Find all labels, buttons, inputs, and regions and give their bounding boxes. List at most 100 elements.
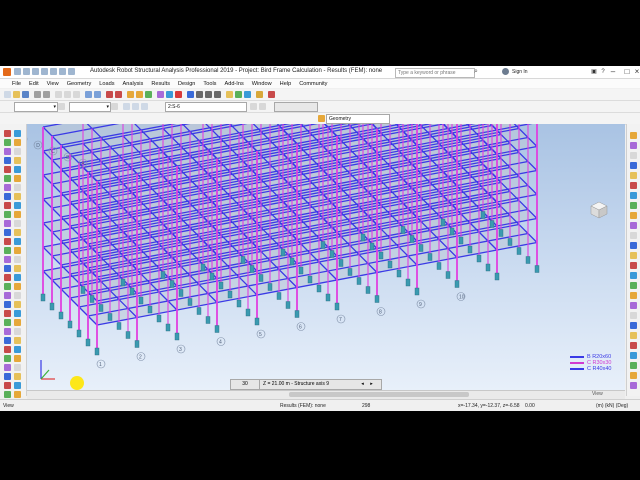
footing[interactable] (387, 260, 393, 269)
left-tool-icon[interactable] (14, 229, 21, 236)
pan-icon[interactable] (205, 91, 212, 98)
footing[interactable] (534, 265, 540, 273)
left-tool-icon[interactable] (14, 337, 21, 344)
menu-addins[interactable]: Add-Ins (224, 81, 243, 87)
left-tool-icon[interactable] (4, 202, 11, 209)
left-tool-icon[interactable] (4, 157, 11, 164)
menu-analysis[interactable]: Analysis (123, 81, 144, 87)
display-icon[interactable] (136, 91, 143, 98)
footing[interactable] (67, 320, 73, 329)
rotate-icon[interactable] (214, 91, 221, 98)
left-tool-icon[interactable] (4, 346, 11, 353)
user-icon[interactable] (502, 68, 509, 75)
right-tool-icon[interactable] (630, 202, 637, 209)
footing[interactable] (476, 254, 482, 263)
left-tool-icon[interactable] (14, 310, 21, 317)
left-tool-icon[interactable] (14, 256, 21, 263)
left-tool-icon[interactable] (4, 229, 11, 236)
footing[interactable] (227, 290, 233, 299)
footing[interactable] (409, 235, 415, 243)
footing[interactable] (307, 275, 313, 284)
footing[interactable] (489, 220, 495, 228)
footing[interactable] (440, 218, 446, 227)
select-bars-icon[interactable] (111, 103, 118, 110)
horizontal-scrollbar[interactable] (289, 392, 469, 397)
footing[interactable] (334, 302, 340, 311)
right-tool-icon[interactable] (630, 302, 637, 309)
undo-icon[interactable] (41, 68, 48, 75)
footing[interactable] (338, 259, 344, 267)
footing[interactable] (134, 340, 140, 348)
footing[interactable] (507, 238, 513, 246)
left-tool-icon[interactable] (14, 211, 21, 218)
footing[interactable] (236, 299, 242, 308)
left-tool-icon[interactable] (14, 193, 21, 200)
case-prev-icon[interactable] (132, 103, 139, 110)
paste-icon[interactable] (73, 91, 80, 98)
right-tool-icon[interactable] (630, 232, 637, 239)
left-tool-icon[interactable] (4, 319, 11, 326)
footing[interactable] (360, 233, 366, 242)
open-icon[interactable] (23, 68, 30, 75)
screen-capture-icon[interactable] (244, 91, 251, 98)
save-icon[interactable] (32, 68, 39, 75)
help-topics-icon[interactable] (256, 91, 263, 98)
footing[interactable] (76, 329, 82, 338)
right-tool-icon[interactable] (630, 192, 637, 199)
footing[interactable] (480, 211, 486, 219)
left-tool-icon[interactable] (14, 346, 21, 353)
footing[interactable] (138, 296, 144, 305)
footing[interactable] (254, 317, 260, 326)
right-tool-icon[interactable] (630, 362, 637, 369)
left-tool-icon[interactable] (14, 319, 21, 326)
footing[interactable] (316, 284, 322, 293)
footing[interactable] (329, 250, 335, 258)
mode-icon[interactable] (259, 103, 266, 110)
footing[interactable] (160, 271, 166, 279)
menu-file[interactable]: File (12, 81, 21, 87)
left-tool-icon[interactable] (4, 265, 11, 272)
menu-view[interactable]: View (47, 81, 59, 87)
menu-loads[interactable]: Loads (99, 81, 114, 87)
footing[interactable] (298, 266, 304, 275)
menu-window[interactable]: Window (252, 81, 272, 87)
left-tool-icon[interactable] (4, 382, 11, 389)
case-options-icon[interactable] (250, 103, 257, 110)
footing[interactable] (396, 269, 402, 278)
left-tool-icon[interactable] (4, 130, 11, 137)
footing[interactable] (174, 332, 180, 341)
footing[interactable] (467, 245, 473, 254)
copy-icon[interactable] (64, 91, 71, 98)
right-tool-icon[interactable] (630, 312, 637, 319)
footing[interactable] (374, 295, 380, 303)
view-3d-icon[interactable] (187, 91, 194, 98)
footing[interactable] (280, 248, 286, 257)
footing[interactable] (356, 277, 362, 285)
search-icon[interactable]: ⌕ (474, 68, 482, 76)
cut-icon[interactable] (55, 91, 62, 98)
left-tool-icon[interactable] (4, 274, 11, 281)
footing[interactable] (98, 304, 104, 312)
load-case-combo[interactable]: 2:S-6 (165, 102, 247, 112)
new-project-icon[interactable] (4, 91, 11, 98)
close-button[interactable]: × (628, 66, 640, 78)
footing[interactable] (449, 227, 455, 236)
left-tool-icon[interactable] (14, 364, 21, 371)
undo-icon[interactable] (85, 91, 92, 98)
footing[interactable] (129, 287, 135, 296)
left-tool-icon[interactable] (4, 373, 11, 380)
footing[interactable] (120, 278, 126, 287)
layout-selection-combo[interactable]: Geometry (326, 114, 390, 124)
footing[interactable] (289, 257, 295, 266)
footing[interactable] (276, 292, 282, 300)
footing[interactable] (196, 307, 202, 315)
left-tool-icon[interactable] (4, 247, 11, 254)
view-cube[interactable] (589, 200, 609, 220)
bar-select-combo[interactable]: ▾ (69, 102, 111, 112)
left-tool-icon[interactable] (14, 391, 21, 398)
footing[interactable] (214, 325, 220, 333)
left-tool-icon[interactable] (4, 211, 11, 218)
footing[interactable] (156, 314, 162, 323)
right-tool-icon[interactable] (630, 242, 637, 249)
left-tool-icon[interactable] (4, 391, 11, 398)
